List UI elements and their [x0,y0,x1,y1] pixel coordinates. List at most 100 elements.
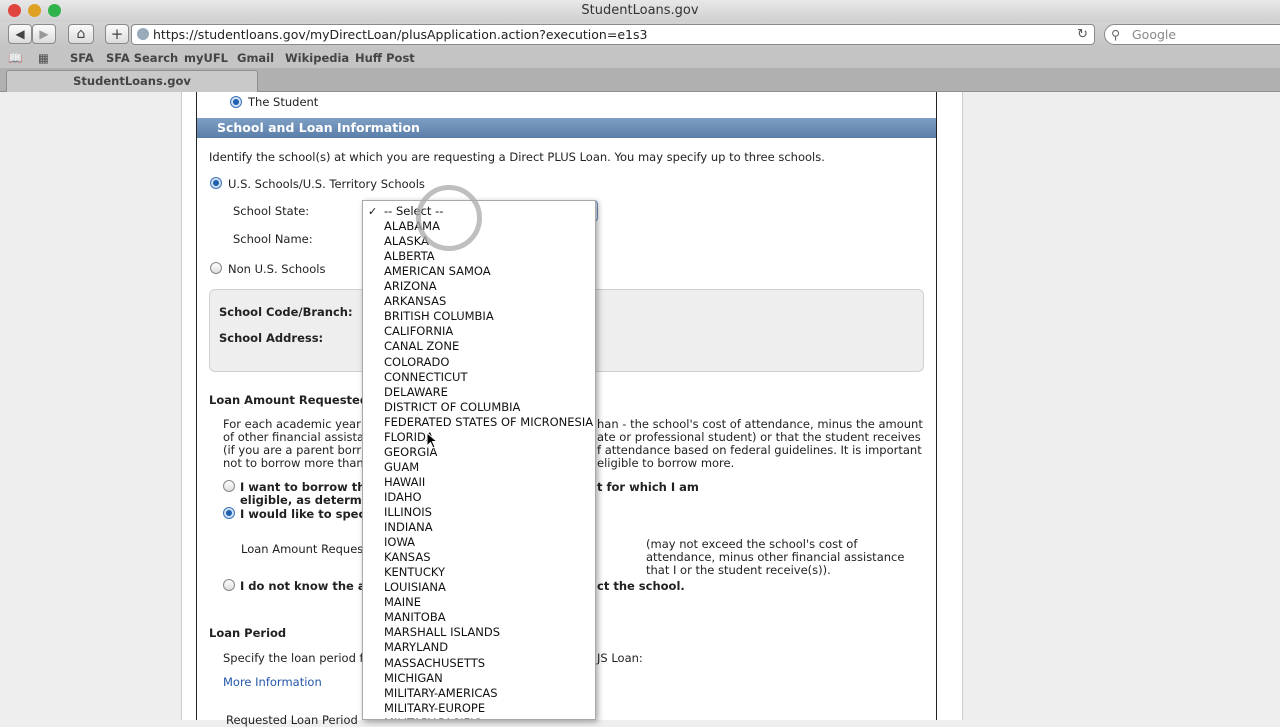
dropdown-option[interactable]: MILITARY-AMERICAS [384,686,498,701]
dropdown-option[interactable]: MARSHALL ISLANDS [384,625,500,640]
loan-amount-heading: Loan Amount Requested [209,393,369,407]
dropdown-option[interactable]: COLORADO [384,355,449,370]
dropdown-option[interactable]: INDIANA [384,520,433,535]
dropdown-option[interactable]: IDAHO [384,490,422,505]
top-sites-icon[interactable]: ▦ [38,51,49,65]
loan-period-text: Specify the loan period f [223,651,364,665]
borrow-max-radio[interactable] [223,480,235,492]
dropdown-option[interactable]: LOUISIANA [384,580,446,595]
search-input[interactable]: ⚲ Google [1104,24,1280,45]
specify-amount-label: I would like to spec [240,507,366,521]
dropdown-option[interactable]: MICHIGAN [384,671,443,686]
dropdown-option[interactable]: KENTUCKY [384,565,445,580]
bookmark-sfa-search[interactable]: SFA Search [106,51,178,65]
bookmark-sfa[interactable]: SFA [70,51,94,65]
school-name-label: School Name: [233,232,313,246]
borrow-max-label-right: t for which I am [597,480,699,494]
site-icon [137,28,149,40]
dropdown-option[interactable]: DELAWARE [384,385,448,400]
close-window-button[interactable] [8,4,21,17]
loan-period-heading: Loan Period [209,626,287,640]
borrower-label: The Student [248,95,319,109]
unknown-amount-label: I do not know the a [240,579,366,593]
add-bookmark-button[interactable]: + [105,24,129,44]
dropdown-option[interactable]: GUAM [384,460,419,475]
dropdown-option[interactable]: MILITARY-EUROPE [384,701,485,716]
bookmark-gmail[interactable]: Gmail [237,51,274,65]
dropdown-option[interactable]: DISTRICT OF COLUMBIA [384,400,520,415]
forward-button[interactable]: ▶ [32,24,56,44]
dropdown-option[interactable]: CONNECTICUT [384,370,467,385]
instructions-text: Identify the school(s) at which you are … [209,150,825,164]
loan-para-line-3: (if you are a parent borr [223,443,362,457]
school-address-label: School Address: [219,331,324,345]
loan-period-text-right: JS Loan: [597,651,643,665]
zoom-window-button[interactable] [48,4,61,17]
bookmark-wikipedia[interactable]: Wikipedia [285,51,349,65]
dropdown-option[interactable]: ALBERTA [384,249,435,264]
us-schools-radio[interactable] [210,177,222,189]
specify-amount-radio[interactable] [223,507,235,519]
dropdown-option[interactable]: ILLINOIS [384,505,432,520]
dropdown-option[interactable]: IOWA [384,535,415,550]
loan-para-line-4: not to borrow more than [223,456,364,470]
loan-amount-note-2: attendance, minus other financial assist… [646,550,905,564]
address-bar[interactable]: https://studentloans.gov/myDirectLoan/pl… [131,24,1095,45]
bookmark-myufl[interactable]: myUFL [184,51,228,65]
school-state-dropdown[interactable]: ✓ -- Select -- ALABAMA ALASKA ALBERTA AMERIC… [362,200,596,720]
dropdown-option[interactable]: HAWAII [384,475,425,490]
loan-para-line-2: of other financial assista [223,430,365,444]
mouse-pointer-icon [426,432,439,449]
home-icon: ⌂ [76,26,86,42]
window-titlebar: StudentLoans.gov [0,0,1280,22]
borrow-max-label: I want to borrow th [240,480,366,494]
school-code-label: School Code/Branch: [219,305,353,319]
search-placeholder: Google [1132,27,1177,42]
dropdown-option[interactable]: MASSACHUSETTS [384,656,485,671]
url-text: https://studentloans.gov/myDirectLoan/pl… [153,27,648,42]
dropdown-option[interactable]: AMERICAN SAMOA [384,264,491,279]
dropdown-option[interactable]: ARIZONA [384,279,437,294]
window-title: StudentLoans.gov [581,3,699,18]
dropdown-option[interactable]: MARYLAND [384,640,448,655]
loan-amount-note-3: that I or the student receive(s)). [646,563,831,577]
dropdown-option[interactable]: FEDERATED STATES OF MICRONESIA [384,415,593,430]
more-information-link[interactable]: More Information [223,675,322,689]
loan-para-right-4: eligible to borrow more. [597,456,735,470]
plus-icon: + [110,25,124,43]
dropdown-option[interactable]: ARKANSAS [384,294,446,309]
reload-icon[interactable]: ↻ [1077,25,1088,44]
loan-para-right-3: f attendance based on federal guidelines… [597,443,922,457]
loan-amount-field-label: Loan Amount Reques [241,542,364,556]
dropdown-option[interactable]: MAINE [384,595,421,610]
unknown-amount-radio[interactable] [223,579,235,591]
minimize-window-button[interactable] [28,4,41,17]
dropdown-option[interactable]: BRITISH COLUMBIA [384,309,494,324]
borrow-max-label-2: eligible, as determ [240,493,362,507]
dropdown-option[interactable]: MILITARY-PACIFIC [384,716,482,719]
selected-check-icon: ✓ [368,205,378,218]
school-state-label: School State: [233,204,310,218]
loan-para-line-1: For each academic year, [223,417,365,431]
forward-icon: ▶ [39,27,49,41]
unknown-amount-label-right: ct the school. [597,579,685,593]
dropdown-option[interactable]: CALIFORNIA [384,324,453,339]
bookmarks-bar: 📖 ▦ SFA SFA Search myUFL Gmail Wikipedia… [0,48,1280,68]
back-button[interactable]: ◀ [8,24,32,44]
reading-list-icon[interactable]: 📖 [8,51,22,65]
us-schools-label: U.S. Schools/U.S. Territory Schools [228,177,425,191]
loan-para-right-1: han - the school's cost of attendance, m… [597,417,923,431]
tab-studentloans[interactable]: StudentLoans.gov [6,70,258,92]
bookmark-huff-post[interactable]: Huff Post [355,51,415,65]
borrower-radio-student[interactable] [230,96,242,108]
search-icon: ⚲ [1111,27,1121,42]
dropdown-option[interactable]: MANITOBA [384,610,446,625]
back-icon: ◀ [15,27,25,41]
dropdown-option[interactable]: KANSAS [384,550,431,565]
non-us-schools-radio[interactable] [210,262,222,274]
home-button[interactable]: ⌂ [68,24,94,44]
requested-loan-period-label: Requested Loan Period [226,713,358,727]
dropdown-option[interactable]: CANAL ZONE [384,339,459,354]
loan-amount-note-1: (may not exceed the school's cost of [646,537,858,551]
loan-para-right-2: ate or professional student) or that the… [597,430,921,444]
